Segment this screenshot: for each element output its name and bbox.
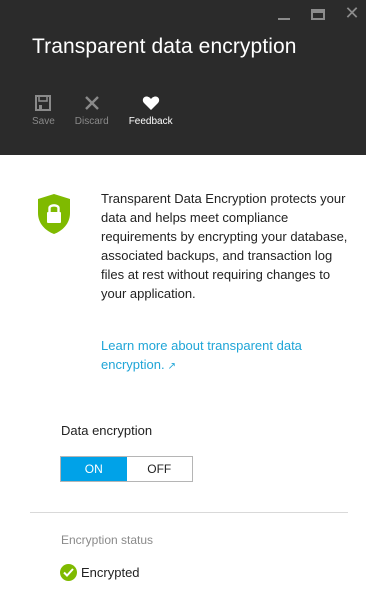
maximize-icon[interactable]: [310, 6, 326, 22]
page-title: Transparent data encryption: [32, 35, 297, 58]
discard-button[interactable]: Discard: [75, 93, 109, 127]
external-link-icon: ↗: [167, 361, 176, 372]
discard-label: Discard: [74, 116, 109, 127]
heart-icon: [141, 93, 161, 113]
blade-header: ✕ Transparent data encryption Save Disca…: [0, 0, 366, 155]
lock-shield-icon: [37, 193, 71, 235]
minimize-icon[interactable]: [276, 6, 292, 22]
save-icon: [33, 93, 53, 113]
feedback-label: Feedback: [128, 116, 173, 127]
save-button[interactable]: Save: [32, 93, 55, 127]
blade-content: Transparent Data Encryption protects you…: [0, 155, 366, 603]
data-encryption-toggle[interactable]: ON OFF: [60, 456, 193, 482]
close-icon[interactable]: ✕: [344, 5, 360, 23]
window-controls: ✕: [276, 4, 360, 24]
learn-more-text: Learn more about transparent data encryp…: [101, 338, 302, 372]
toggle-off-option[interactable]: OFF: [126, 457, 192, 481]
save-label: Save: [32, 116, 55, 127]
data-encryption-label: Data encryption: [61, 423, 153, 438]
feedback-button[interactable]: Feedback: [129, 93, 173, 127]
command-bar: Save Discard Feedback: [32, 93, 193, 127]
section-divider: [30, 512, 348, 513]
encryption-status-value: Encrypted: [81, 565, 140, 580]
toggle-on-option[interactable]: ON: [61, 457, 127, 481]
description-text: Transparent Data Encryption protects you…: [101, 191, 348, 301]
learn-more-link[interactable]: Learn more about transparent data encryp…: [101, 336, 341, 376]
encryption-status: Encrypted: [60, 564, 140, 581]
encryption-status-label: Encryption status: [61, 533, 154, 547]
check-circle-icon: [60, 564, 77, 581]
discard-icon: [82, 93, 102, 113]
